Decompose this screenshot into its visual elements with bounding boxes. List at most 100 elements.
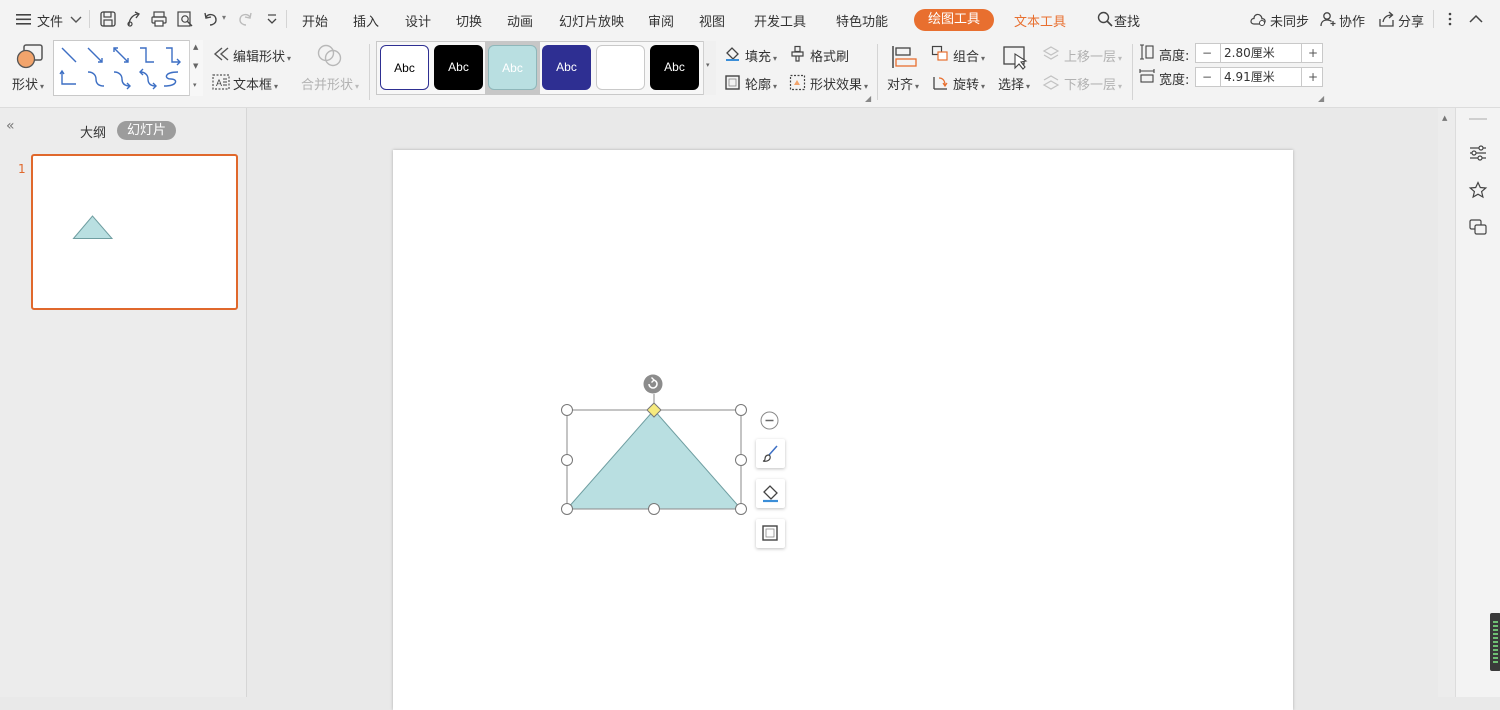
sync-status[interactable]: 未同步 (1270, 11, 1309, 30)
slide-canvas[interactable] (393, 150, 1293, 710)
copy-layers-icon[interactable] (1468, 218, 1488, 236)
tab-insert[interactable]: 插入 (353, 11, 379, 30)
width-increase-button[interactable]: + (1302, 68, 1324, 86)
tab-animation[interactable]: 动画 (507, 11, 533, 30)
vertical-scrollbar[interactable]: ▲ (1438, 108, 1455, 697)
fill-button[interactable]: 填充 ▾ (745, 46, 777, 65)
group-icon[interactable] (931, 45, 949, 62)
tab-developer[interactable]: 开发工具 (754, 11, 806, 30)
resize-handles[interactable] (560, 403, 748, 517)
chevron-down-icon[interactable] (67, 10, 85, 28)
hamburger-menu-icon[interactable] (15, 10, 33, 28)
connector-lines-icon[interactable] (58, 44, 190, 92)
tab-drawing-tools[interactable]: 绘图工具 (914, 9, 994, 31)
scroll-up-icon[interactable]: ▲ (193, 43, 198, 51)
select-button[interactable]: 选择 ▾ (998, 74, 1030, 93)
select-icon[interactable] (1002, 44, 1030, 70)
collapse-ribbon-icon[interactable] (1467, 10, 1485, 28)
tab-review[interactable]: 审阅 (648, 11, 674, 30)
style-option-6[interactable]: Abc (650, 45, 699, 90)
customize-toolbar-icon[interactable] (263, 10, 281, 28)
shapes-button[interactable]: 形状 ▾ (12, 74, 44, 93)
textbox-button[interactable]: 文本框 ▾ (233, 74, 278, 93)
cloud-sync-icon[interactable] (1249, 10, 1267, 28)
file-menu[interactable]: 文件 (37, 11, 63, 30)
share-icon[interactable] (1378, 10, 1396, 28)
tab-slides[interactable]: 幻灯片 (117, 121, 176, 140)
style-option-5[interactable] (596, 45, 645, 90)
height-increase-button[interactable]: + (1302, 44, 1324, 62)
format-painter-button[interactable]: 格式刷 (810, 46, 849, 65)
shape-fill-button[interactable] (756, 479, 785, 508)
more-options-icon[interactable] (1441, 10, 1459, 28)
edit-shape-icon[interactable] (212, 46, 230, 62)
collapse-panel-icon[interactable]: « (6, 118, 15, 134)
tab-outline[interactable]: 大纲 (80, 122, 106, 141)
tab-view[interactable]: 视图 (699, 11, 725, 30)
print-icon[interactable] (150, 10, 168, 28)
height-icon (1140, 44, 1154, 60)
edit-shape-button[interactable]: 编辑形状 ▾ (233, 46, 291, 65)
shape-style-button[interactable] (756, 439, 785, 468)
tab-home[interactable]: 开始 (302, 11, 328, 30)
search-icon[interactable] (1096, 10, 1114, 28)
rotate-icon[interactable] (931, 74, 949, 91)
shape-effects-button[interactable]: 形状效果 ▾ (810, 74, 868, 93)
rotate-button[interactable]: 旋转 ▾ (953, 74, 985, 93)
width-decrease-button[interactable]: − (1196, 68, 1218, 86)
properties-settings-icon[interactable] (1468, 144, 1488, 162)
collapse-mini-toolbar-icon[interactable] (760, 411, 779, 430)
undo-dropdown-icon[interactable]: ▾ (222, 13, 226, 22)
collaborate-button[interactable]: 协作 (1339, 11, 1365, 30)
width-icon (1139, 69, 1155, 83)
style-gallery-scroll[interactable]: ▾ (703, 41, 716, 95)
size-dialog-launcher-icon[interactable]: ◢ (1318, 94, 1324, 103)
thumbnail-triangle (72, 215, 114, 239)
slide-number: 1 (18, 162, 26, 176)
style-option-4[interactable]: Abc (542, 45, 591, 90)
style-option-2[interactable]: Abc (434, 45, 483, 90)
format-painter-icon[interactable] (789, 45, 806, 62)
style-option-1[interactable]: Abc (380, 45, 429, 90)
line-shapes-gallery[interactable] (53, 40, 203, 96)
undo-icon[interactable] (202, 10, 220, 28)
expand-gallery-icon[interactable]: ▾ (193, 81, 197, 89)
shape-effects-icon[interactable] (789, 74, 806, 91)
shapes-icon[interactable] (15, 43, 45, 71)
tab-features[interactable]: 特色功能 (836, 11, 888, 30)
tab-slideshow[interactable]: 幻灯片放映 (559, 11, 624, 30)
scroll-down-icon[interactable]: ▼ (193, 62, 198, 70)
search-button[interactable]: 查找 (1114, 11, 1140, 30)
width-input[interactable]: 4.91厘米 (1220, 68, 1302, 86)
side-handle[interactable] (1490, 613, 1500, 671)
shape-outline-button[interactable] (756, 519, 785, 548)
textbox-icon[interactable]: A (212, 74, 230, 90)
send-backward-icon (1042, 75, 1060, 90)
outline-icon[interactable] (724, 74, 741, 91)
animation-star-icon[interactable] (1468, 181, 1488, 199)
share-button[interactable]: 分享 (1398, 11, 1424, 30)
tab-design[interactable]: 设计 (405, 11, 431, 30)
export-pdf-icon[interactable] (125, 10, 143, 28)
slide-thumbnail[interactable] (31, 154, 238, 310)
height-decrease-button[interactable]: − (1196, 44, 1218, 62)
merge-shapes-icon (317, 44, 342, 67)
group-button[interactable]: 组合 ▾ (953, 46, 985, 65)
rotate-handle-icon[interactable] (642, 373, 664, 395)
save-icon[interactable] (99, 10, 117, 28)
tab-transition[interactable]: 切换 (456, 11, 482, 30)
tab-text-tools[interactable]: 文本工具 (1014, 11, 1066, 30)
style-dialog-launcher-icon[interactable]: ◢ (865, 94, 871, 103)
print-preview-icon[interactable] (176, 10, 194, 28)
align-button[interactable]: 对齐 ▾ (887, 74, 919, 93)
scroll-up-icon[interactable]: ▲ (1442, 114, 1447, 122)
fill-bucket-icon[interactable] (724, 45, 741, 62)
collaborate-icon[interactable] (1319, 10, 1337, 28)
gallery-scroll[interactable]: ▲ ▼ ▾ (189, 40, 203, 96)
outline-button[interactable]: 轮廓 ▾ (745, 74, 777, 93)
style-option-3[interactable]: Abc (488, 45, 537, 90)
expand-style-gallery-icon[interactable]: ▾ (706, 61, 710, 69)
height-input[interactable]: 2.80厘米 (1220, 44, 1302, 62)
outline-icon (762, 525, 778, 541)
align-icon[interactable] (890, 44, 918, 70)
